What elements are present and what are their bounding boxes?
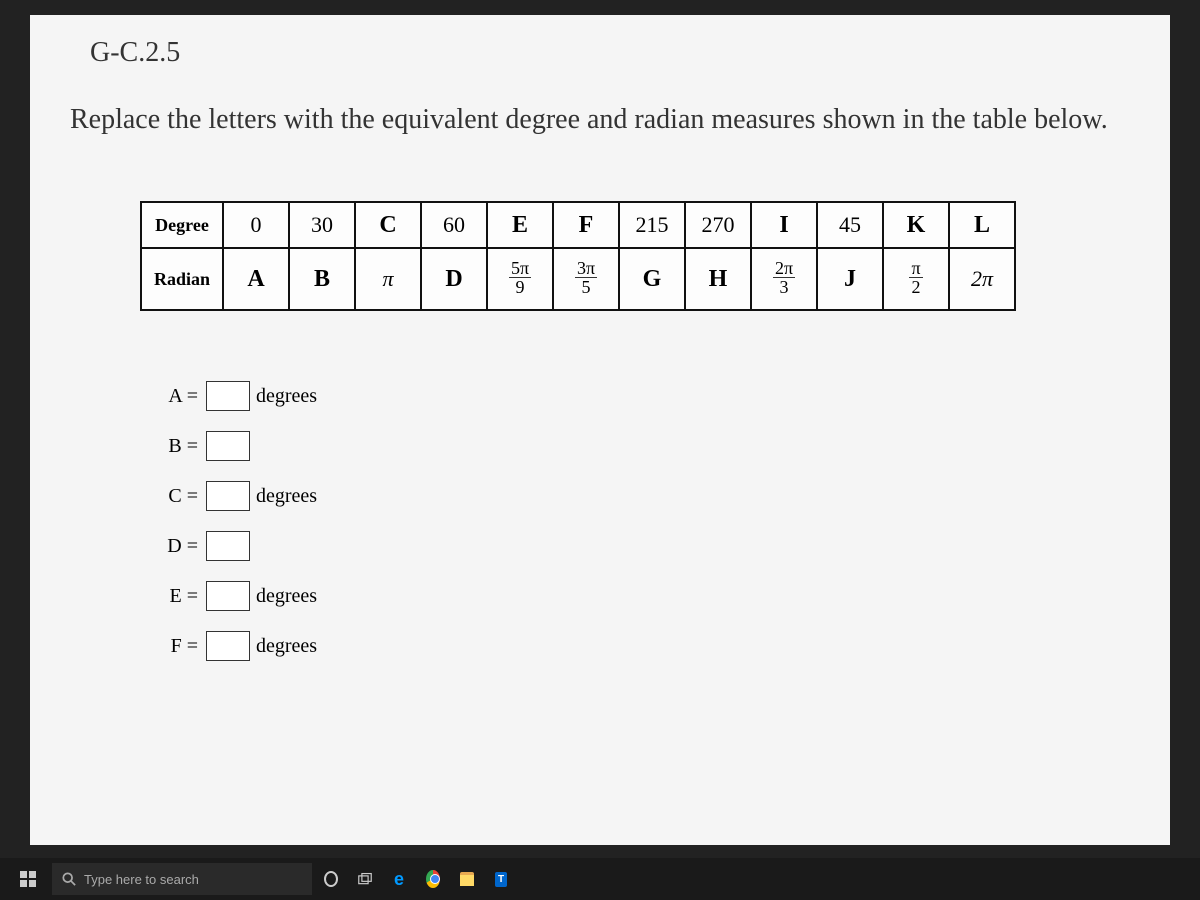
radian-row: Radian A B π D 5π9 3π5 G H 2π3 (141, 248, 1015, 310)
task-view-icon (358, 872, 372, 886)
explorer-button[interactable] (452, 861, 482, 897)
deg-cell-C: C (355, 202, 421, 248)
answer-row-D: D = (150, 531, 1170, 561)
answer-input-C[interactable] (206, 481, 250, 511)
rad-cell-B: B (289, 248, 355, 310)
deg-cell-K: K (883, 202, 949, 248)
deg-cell-F: F (553, 202, 619, 248)
deg-cell-1: 30 (289, 202, 355, 248)
answer-label-D: D = (150, 535, 198, 558)
answer-row-A: A = degrees (150, 381, 1170, 411)
deg-cell-E: E (487, 202, 553, 248)
rad-cell-D: D (421, 248, 487, 310)
rad-cell-2pi: 2π (949, 248, 1015, 310)
answer-unit-E: degrees (256, 585, 317, 608)
answer-label-E: E = (150, 585, 198, 608)
deg-cell-L: L (949, 202, 1015, 248)
problem-instructions: Replace the letters with the equivalent … (30, 69, 1170, 141)
texmaker-button[interactable]: T (486, 861, 516, 897)
answer-row-F: F = degrees (150, 631, 1170, 661)
windows-taskbar: Type here to search e T (0, 858, 1200, 900)
deg-cell-7: 270 (685, 202, 751, 248)
answer-label-C: C = (150, 485, 198, 508)
answer-row-C: C = degrees (150, 481, 1170, 511)
edge-icon: e (394, 869, 404, 890)
task-view-button[interactable] (350, 861, 380, 897)
answer-input-B[interactable] (206, 431, 250, 461)
answer-input-D[interactable] (206, 531, 250, 561)
answer-unit-F: degrees (256, 635, 317, 658)
monitor-frame: G-C.2.5 Replace the letters with the equ… (0, 0, 1200, 900)
rad-cell-G: G (619, 248, 685, 310)
cortana-icon (324, 871, 338, 887)
start-button[interactable] (8, 861, 48, 897)
folder-icon (460, 872, 474, 886)
conversion-table: Degree 0 30 C 60 E F 215 270 I 45 K L Ra… (140, 201, 1016, 311)
edge-button[interactable]: e (384, 861, 414, 897)
deg-cell-3: 60 (421, 202, 487, 248)
answer-unit-A: degrees (256, 385, 317, 408)
search-placeholder: Type here to search (84, 872, 199, 887)
document-page: G-C.2.5 Replace the letters with the equ… (30, 15, 1170, 845)
rad-cell-J: J (817, 248, 883, 310)
radian-row-label: Radian (141, 248, 223, 310)
answer-row-E: E = degrees (150, 581, 1170, 611)
search-icon (62, 872, 76, 886)
rad-cell-2pi3: 2π3 (751, 248, 817, 310)
answer-label-B: B = (150, 435, 198, 458)
rad-cell-pi2: π2 (883, 248, 949, 310)
answer-label-F: F = (150, 635, 198, 658)
answer-label-A: A = (150, 385, 198, 408)
rad-cell-3pi5: 3π5 (553, 248, 619, 310)
cortana-button[interactable] (316, 861, 346, 897)
answer-input-F[interactable] (206, 631, 250, 661)
chrome-icon (426, 870, 440, 888)
rad-cell-A: A (223, 248, 289, 310)
answer-input-A[interactable] (206, 381, 250, 411)
rad-cell-pi: π (355, 248, 421, 310)
rad-cell-H: H (685, 248, 751, 310)
deg-cell-I: I (751, 202, 817, 248)
deg-cell-6: 215 (619, 202, 685, 248)
answer-list: A = degrees B = C = degrees D = E = (150, 381, 1170, 661)
texmaker-icon: T (495, 872, 507, 887)
taskbar-search[interactable]: Type here to search (52, 863, 312, 895)
deg-cell-9: 45 (817, 202, 883, 248)
standard-code: G-C.2.5 (30, 15, 1170, 69)
windows-icon (20, 871, 36, 887)
degree-row-label: Degree (141, 202, 223, 248)
answer-unit-C: degrees (256, 485, 317, 508)
chrome-button[interactable] (418, 861, 448, 897)
degree-row: Degree 0 30 C 60 E F 215 270 I 45 K L (141, 202, 1015, 248)
conversion-table-wrapper: Degree 0 30 C 60 E F 215 270 I 45 K L Ra… (140, 201, 1170, 311)
deg-cell-0: 0 (223, 202, 289, 248)
rad-cell-5pi9: 5π9 (487, 248, 553, 310)
answer-row-B: B = (150, 431, 1170, 461)
answer-input-E[interactable] (206, 581, 250, 611)
